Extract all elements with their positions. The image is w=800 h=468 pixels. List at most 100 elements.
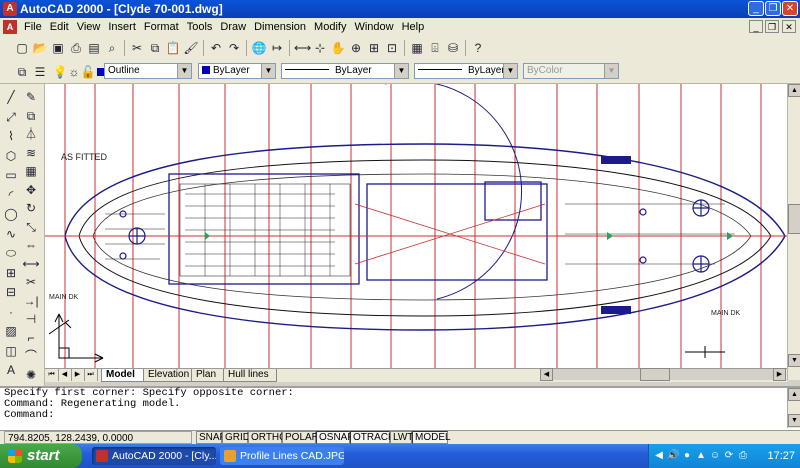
taskbar-task[interactable]: Profile Lines CAD.JPG ... bbox=[220, 447, 344, 465]
otrack-toggle[interactable]: OTRACK bbox=[350, 431, 395, 444]
copy-object-icon[interactable]: ⧉ bbox=[22, 107, 40, 125]
tab-hull-lines[interactable]: Hull lines bbox=[223, 369, 277, 382]
properties-icon[interactable]: ▦ bbox=[409, 40, 425, 56]
find-icon[interactable]: ⌕ bbox=[104, 40, 120, 56]
stretch-icon[interactable]: ⇔ bbox=[22, 236, 40, 254]
lwt-toggle[interactable]: LWT bbox=[390, 431, 413, 444]
object-snap-icon[interactable]: ⊹ bbox=[312, 40, 328, 56]
scroll-right-button[interactable]: ▶ bbox=[773, 368, 786, 381]
menu-tools[interactable]: Tools bbox=[183, 18, 217, 36]
maximize-button[interactable]: ❐ bbox=[765, 1, 781, 16]
print-preview-icon[interactable]: ▤ bbox=[86, 40, 102, 56]
lengthen-icon[interactable]: ⟷ bbox=[22, 255, 40, 273]
arc-icon[interactable]: ◜ bbox=[2, 186, 20, 204]
array-icon[interactable]: ▦ bbox=[22, 162, 40, 180]
doc-restore-button[interactable]: ❐ bbox=[765, 20, 779, 33]
print-icon[interactable]: ⎙ bbox=[68, 40, 84, 56]
offset-icon[interactable]: ≋ bbox=[22, 144, 40, 162]
rectangle-icon[interactable]: ▭ bbox=[2, 166, 20, 184]
layer-dropdown[interactable]: Outline ▼ bbox=[104, 63, 192, 79]
move-icon[interactable]: ✥ bbox=[22, 181, 40, 199]
messenger-icon[interactable]: ☺ bbox=[709, 450, 721, 462]
snap-toggle[interactable]: SNAP bbox=[196, 431, 226, 444]
zoom-realtime-icon[interactable]: ⊕ bbox=[348, 40, 364, 56]
zoom-window-icon[interactable]: ⊞ bbox=[366, 40, 382, 56]
autocad-app-icon[interactable]: A bbox=[3, 2, 17, 16]
copy-icon[interactable]: ⧉ bbox=[147, 40, 163, 56]
grid-toggle[interactable]: GRID bbox=[222, 431, 250, 444]
insert-block-icon[interactable]: ⊞ bbox=[2, 264, 20, 282]
security-icon[interactable]: ▲ bbox=[695, 450, 707, 462]
scroll-left-button[interactable]: ◀ bbox=[540, 368, 553, 381]
command-window[interactable]: Specify first corner: Specify opposite c… bbox=[0, 386, 800, 430]
horizontal-scrollbar[interactable]: ◀ ▶ bbox=[540, 368, 786, 381]
menu-dimension[interactable]: Dimension bbox=[250, 18, 310, 36]
lineweight-dropdown[interactable]: ByLayer ▼ bbox=[414, 63, 518, 79]
construction-line-icon[interactable]: ⤢ bbox=[2, 108, 20, 126]
network-icon[interactable]: ◀ bbox=[653, 450, 665, 462]
line-icon[interactable]: ╱ bbox=[2, 88, 20, 106]
menu-edit[interactable]: Edit bbox=[46, 18, 73, 36]
redo-icon[interactable]: ↷ bbox=[226, 40, 242, 56]
spline-icon[interactable]: ∿ bbox=[2, 225, 20, 243]
color-dropdown[interactable]: ByLayer ▼ bbox=[198, 63, 276, 79]
ucs-icon[interactable]: ↦ bbox=[269, 40, 285, 56]
undo-icon[interactable]: ↶ bbox=[208, 40, 224, 56]
trim-icon[interactable]: ✂ bbox=[22, 273, 40, 291]
mirror-icon[interactable]: ⏃ bbox=[22, 125, 40, 143]
antivirus-icon[interactable]: ● bbox=[681, 450, 693, 462]
menu-window[interactable]: Window bbox=[350, 18, 397, 36]
tab-nav-button[interactable]: ⏭ bbox=[84, 369, 98, 381]
drawing-canvas[interactable]: AS FITTED MAIN DK MAIN DK bbox=[45, 84, 787, 368]
cmd-scroll-down-button[interactable]: ▼ bbox=[788, 414, 800, 427]
design-center-icon[interactable]: ⌹ bbox=[427, 40, 443, 56]
menu-format[interactable]: Format bbox=[140, 18, 183, 36]
region-icon[interactable]: ◫ bbox=[2, 342, 20, 360]
clock[interactable]: 17:27 bbox=[767, 444, 795, 468]
polar-toggle[interactable]: POLAR bbox=[282, 431, 319, 444]
pan-icon[interactable]: ✋ bbox=[330, 40, 346, 56]
coordinate-readout[interactable]: 794.8205, 128.2439, 0.0000 bbox=[4, 431, 192, 444]
paste-icon[interactable]: 📋 bbox=[165, 40, 181, 56]
open-icon[interactable]: 📂 bbox=[32, 40, 48, 56]
tab-nav-button[interactable]: ▶ bbox=[71, 369, 85, 381]
ellipse-icon[interactable]: ⬭ bbox=[2, 244, 20, 262]
vertical-scrollbar[interactable]: ▲ ▼ bbox=[787, 84, 800, 380]
explode-icon[interactable]: ✺ bbox=[22, 366, 40, 384]
polyline-icon[interactable]: ⌇ bbox=[2, 127, 20, 145]
osnap-toggle[interactable]: OSNAP bbox=[316, 431, 354, 444]
make-object-layer-current-icon[interactable]: ⧉ bbox=[14, 64, 30, 80]
command-prompt[interactable]: Command: bbox=[0, 410, 800, 421]
update-icon[interactable]: ⟳ bbox=[723, 450, 735, 462]
document-icon[interactable]: A bbox=[3, 20, 17, 34]
make-block-icon[interactable]: ⊟ bbox=[2, 283, 20, 301]
extend-icon[interactable]: →| bbox=[22, 292, 40, 310]
menu-file[interactable]: File bbox=[20, 18, 46, 36]
horizontal-scroll-thumb[interactable] bbox=[640, 368, 670, 381]
linetype-dropdown[interactable]: ByLayer ▼ bbox=[281, 63, 409, 79]
tab-model[interactable]: Model bbox=[101, 369, 149, 382]
close-button[interactable]: ✕ bbox=[782, 1, 798, 16]
circle-icon[interactable]: ◯ bbox=[2, 205, 20, 223]
doc-close-button[interactable]: ✕ bbox=[782, 20, 796, 33]
tab-nav-button[interactable]: ⏮ bbox=[45, 369, 59, 381]
hyperlink-icon[interactable]: 🌐 bbox=[251, 40, 267, 56]
ortho-toggle[interactable]: ORTHO bbox=[248, 431, 287, 444]
vertical-scroll-thumb[interactable] bbox=[788, 204, 800, 234]
new-icon[interactable]: ▢ bbox=[14, 40, 30, 56]
start-button[interactable]: start bbox=[0, 444, 82, 468]
distance-icon[interactable]: ⟷ bbox=[294, 40, 311, 56]
polygon-icon[interactable]: ⬡ bbox=[2, 147, 20, 165]
command-scrollbar[interactable]: ▲ ▼ bbox=[787, 388, 800, 428]
volume-icon[interactable]: 🔊 bbox=[667, 450, 679, 462]
help-icon[interactable]: ? bbox=[470, 40, 486, 56]
break-icon[interactable]: ⊣ bbox=[22, 310, 40, 328]
tab-nav-button[interactable]: ◀ bbox=[58, 369, 72, 381]
menu-help[interactable]: Help bbox=[398, 18, 429, 36]
cmd-scroll-up-button[interactable]: ▲ bbox=[788, 388, 800, 401]
save-icon[interactable]: ▣ bbox=[50, 40, 66, 56]
erase-icon[interactable]: ✎ bbox=[22, 88, 40, 106]
tab-elevation[interactable]: Elevation bbox=[143, 369, 197, 382]
multiline-text-icon[interactable]: A bbox=[2, 361, 20, 379]
point-icon[interactable]: · bbox=[2, 303, 20, 321]
